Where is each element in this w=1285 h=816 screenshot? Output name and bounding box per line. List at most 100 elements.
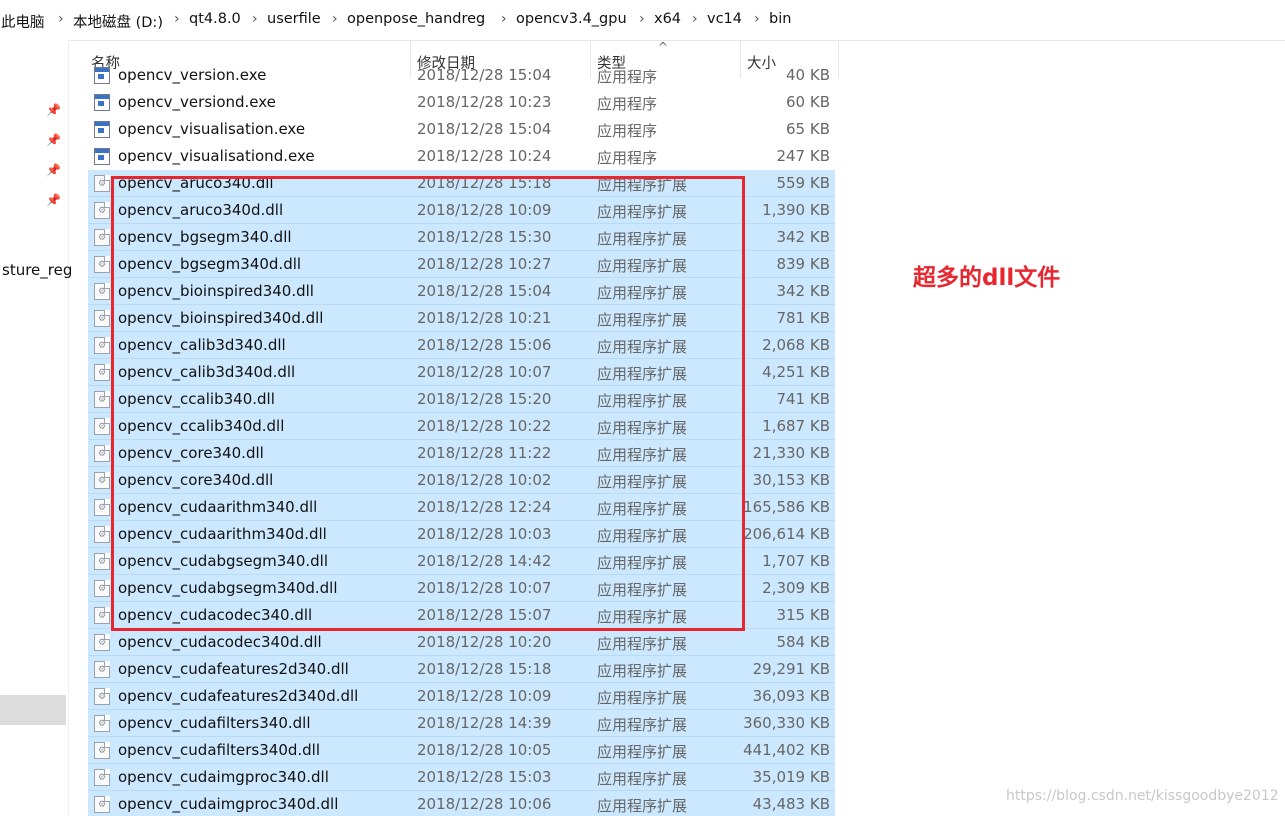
dll-file-icon (94, 364, 110, 381)
file-row[interactable]: opencv_aruco340.dll 2018/12/28 15:18 应用程序扩… (88, 170, 835, 197)
file-row[interactable]: opencv_bgsegm340d.dll 2018/12/28 10:27 应用程… (88, 251, 835, 278)
file-row[interactable]: opencv_visualisation.exe 2018/12/28 15:04… (88, 116, 835, 143)
breadcrumb-separator-icon[interactable]: › (754, 11, 760, 27)
pin-icon[interactable]: 📌 (46, 133, 61, 147)
file-size: 247 KB (776, 147, 830, 165)
file-row[interactable]: opencv_calib3d340d.dll 2018/12/28 10:07 应用… (88, 359, 835, 386)
file-type: 应用程序 (597, 68, 658, 86)
file-name: opencv_versiond.exe (118, 93, 276, 111)
file-name: opencv_calib3d340.dll (118, 336, 286, 354)
file-row[interactable]: opencv_cudaarithm340.dll 2018/12/28 12:24… (88, 494, 835, 521)
file-type: 应用程序扩展 (597, 527, 688, 545)
file-row[interactable]: opencv_visualisationd.exe 2018/12/28 10:2… (88, 143, 835, 170)
file-type: 应用程序扩展 (597, 581, 688, 599)
file-date: 2018/12/28 15:18 (417, 660, 552, 678)
file-row[interactable]: opencv_version.exe 2018/12/28 15:04 应用程序 40… (88, 62, 835, 89)
breadcrumb-qt[interactable]: qt4.8.0 (189, 11, 241, 27)
file-size: 781 KB (776, 309, 830, 327)
file-date: 2018/12/28 10:07 (417, 363, 552, 381)
file-row[interactable]: opencv_core340.dll 2018/12/28 11:22 应用程序扩展… (88, 440, 835, 467)
file-name: opencv_ccalib340d.dll (118, 417, 285, 435)
file-row[interactable]: opencv_cudabgsegm340d.dll 2018/12/28 10:0… (88, 575, 835, 602)
file-row[interactable]: opencv_cudafilters340d.dll 2018/12/28 10:… (88, 737, 835, 764)
breadcrumb-separator-icon[interactable]: › (252, 11, 258, 27)
file-row[interactable]: opencv_cudacodec340d.dll 2018/12/28 10:20… (88, 629, 835, 656)
file-row[interactable]: opencv_aruco340d.dll 2018/12/28 10:09 应用程序… (88, 197, 835, 224)
file-type: 应用程序 (597, 122, 658, 140)
file-row[interactable]: opencv_bioinspired340d.dll 2018/12/28 10:… (88, 305, 835, 332)
file-row[interactable]: opencv_cudaimgproc340d.dll 2018/12/28 10:… (88, 791, 835, 816)
file-row[interactable]: opencv_cudafeatures2d340.dll 2018/12/28 1… (88, 656, 835, 683)
file-size: 65 KB (786, 120, 830, 138)
breadcrumb-separator-icon[interactable]: › (332, 11, 338, 27)
file-row[interactable]: opencv_ccalib340d.dll 2018/12/28 10:22 应用程… (88, 413, 835, 440)
file-date: 2018/12/28 10:27 (417, 255, 552, 273)
file-date: 2018/12/28 15:20 (417, 390, 552, 408)
pin-icon[interactable]: 📌 (46, 163, 61, 177)
file-size: 165,586 KB (743, 498, 830, 516)
dll-file-icon (94, 742, 110, 759)
file-date: 2018/12/28 10:09 (417, 201, 552, 219)
file-row[interactable]: opencv_bioinspired340.dll 2018/12/28 15:0… (88, 278, 835, 305)
breadcrumb-bin[interactable]: bin (769, 11, 791, 27)
file-row[interactable]: opencv_cudabgsegm340.dll 2018/12/28 14:42… (88, 548, 835, 575)
file-date: 2018/12/28 10:22 (417, 417, 552, 435)
file-size: 60 KB (786, 93, 830, 111)
address-bar[interactable]: 此电脑 › 本地磁盘 (D:) › qt4.8.0 › userfile › o… (0, 0, 1285, 41)
pin-icon[interactable]: 📌 (46, 103, 61, 117)
breadcrumb-separator-icon[interactable]: › (639, 11, 645, 27)
file-type: 应用程序 (597, 95, 658, 113)
nav-item-gesture-reg[interactable]: sture_reg (2, 261, 72, 279)
breadcrumb-separator-icon[interactable]: › (692, 11, 698, 27)
file-row[interactable]: opencv_cudaarithm340d.dll 2018/12/28 10:0… (88, 521, 835, 548)
file-type: 应用程序扩展 (597, 176, 688, 194)
file-date: 2018/12/28 15:06 (417, 336, 552, 354)
file-row[interactable]: opencv_core340d.dll 2018/12/28 10:02 应用程序扩… (88, 467, 835, 494)
file-type: 应用程序扩展 (597, 716, 688, 734)
dll-file-icon (94, 283, 110, 300)
annotation-text: 超多的dll文件 (913, 265, 1061, 291)
file-date: 2018/12/28 12:24 (417, 498, 552, 516)
file-row[interactable]: opencv_bgsegm340.dll 2018/12/28 15:30 应用程序… (88, 224, 835, 251)
file-row[interactable]: opencv_ccalib340.dll 2018/12/28 15:20 应用程序… (88, 386, 835, 413)
file-name: opencv_cudacodec340d.dll (118, 633, 322, 651)
file-size: 2,309 KB (762, 579, 830, 597)
file-size: 1,687 KB (762, 417, 830, 435)
breadcrumb-drive[interactable]: 本地磁盘 (D:) (73, 11, 163, 32)
nav-item-selected[interactable] (0, 695, 66, 725)
dll-file-icon (94, 553, 110, 570)
breadcrumb-opencv[interactable]: opencv3.4_gpu (516, 11, 627, 27)
file-list[interactable]: opencv_version.exe 2018/12/28 15:04 应用程序 40… (88, 62, 836, 816)
file-row[interactable]: opencv_versiond.exe 2018/12/28 10:23 应用程序 6… (88, 89, 835, 116)
breadcrumb-separator-icon[interactable]: › (58, 11, 64, 27)
breadcrumb-separator-icon[interactable]: › (174, 11, 180, 27)
file-row[interactable]: opencv_cudafilters340.dll 2018/12/28 14:3… (88, 710, 835, 737)
breadcrumb-vc14[interactable]: vc14 (707, 11, 742, 27)
file-type: 应用程序扩展 (597, 284, 688, 302)
file-size: 4,251 KB (762, 363, 830, 381)
breadcrumb-x64[interactable]: x64 (654, 11, 681, 27)
file-date: 2018/12/28 15:04 (417, 66, 552, 84)
breadcrumb-this-pc[interactable]: 此电脑 (1, 11, 45, 32)
breadcrumb-separator-icon[interactable]: › (501, 11, 507, 27)
file-type: 应用程序扩展 (597, 797, 688, 815)
breadcrumb-openpose[interactable]: openpose_handreg (347, 11, 485, 27)
watermark: https://blog.csdn.net/kissgoodbye2012 (1006, 788, 1279, 804)
dll-file-icon (94, 526, 110, 543)
file-row[interactable]: opencv_cudacodec340.dll 2018/12/28 15:07 应… (88, 602, 835, 629)
pin-icon[interactable]: 📌 (46, 193, 61, 207)
column-divider[interactable] (838, 40, 839, 78)
breadcrumb-userfile[interactable]: userfile (267, 11, 321, 27)
file-size: 315 KB (776, 606, 830, 624)
dll-file-icon (94, 175, 110, 192)
navigation-pane[interactable]: 📌 📌 📌 📌 sture_reg (0, 40, 72, 816)
file-row[interactable]: opencv_cudaimgproc340.dll 2018/12/28 15:0… (88, 764, 835, 791)
file-row[interactable]: opencv_calib3d340.dll 2018/12/28 15:06 应用程… (88, 332, 835, 359)
file-type: 应用程序扩展 (597, 311, 688, 329)
file-row[interactable]: opencv_cudafeatures2d340d.dll 2018/12/28 … (88, 683, 835, 710)
file-size: 40 KB (786, 66, 830, 84)
file-name: opencv_aruco340d.dll (118, 201, 284, 219)
file-date: 2018/12/28 10:23 (417, 93, 552, 111)
file-size: 1,390 KB (762, 201, 830, 219)
file-date: 2018/12/28 14:39 (417, 714, 552, 732)
